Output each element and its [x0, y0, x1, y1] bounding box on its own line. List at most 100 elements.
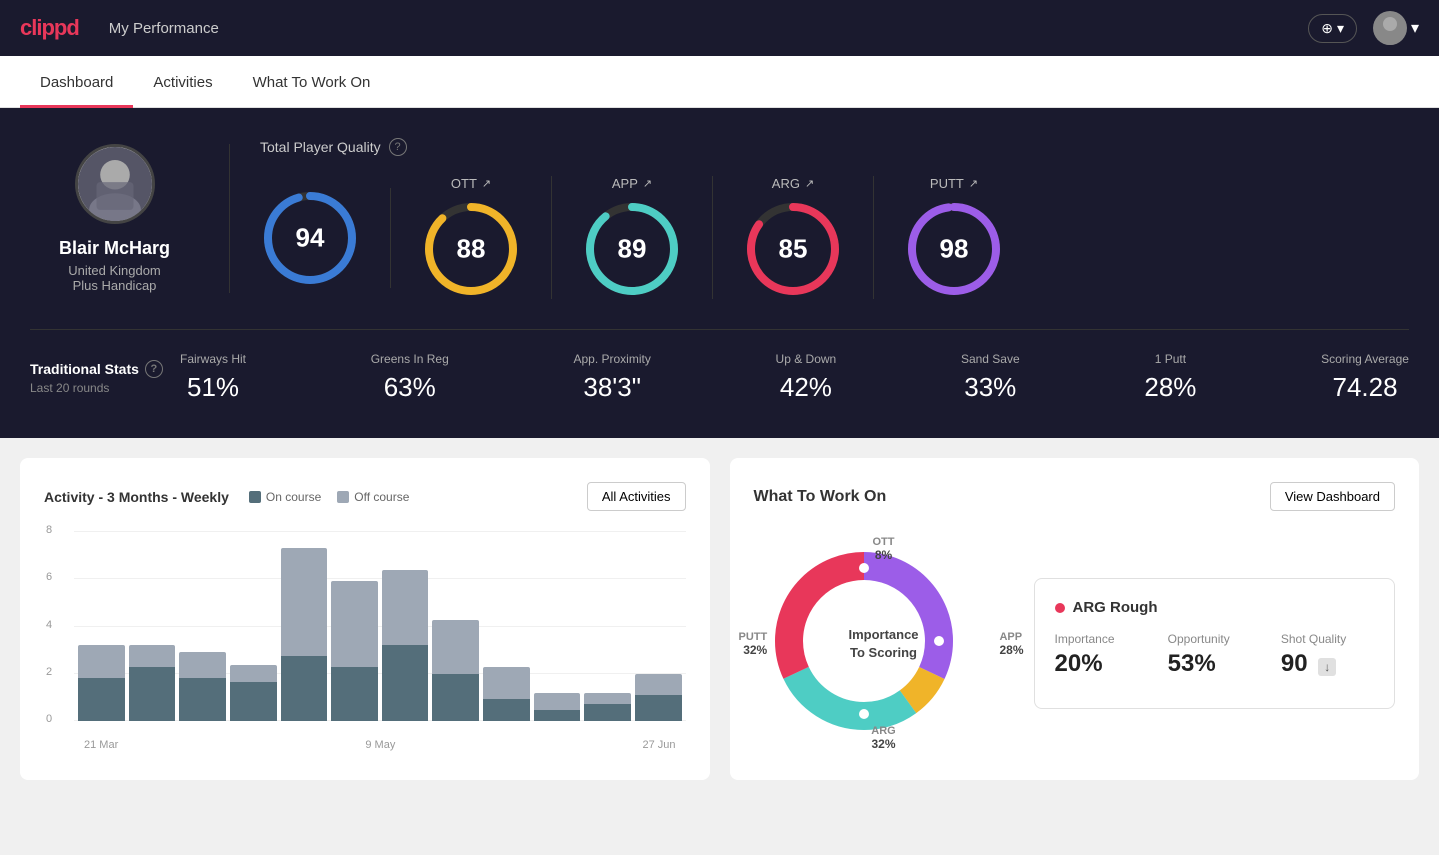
bar-group-10	[584, 531, 631, 721]
bars-container	[74, 531, 686, 721]
quality-help-icon[interactable]: ?	[389, 138, 407, 156]
work-header: What To Work On View Dashboard	[754, 482, 1396, 511]
nav-right: ⊕ ▾ ▾	[1308, 11, 1419, 45]
quality-header: Total Player Quality ?	[260, 138, 1409, 156]
legend-on-course: On course	[249, 490, 321, 504]
bar-top-5	[331, 581, 378, 667]
bar-bottom-0	[78, 678, 125, 721]
putt-score-item: PUTT ↗ 98	[874, 176, 1034, 299]
work-detail-card: ARG Rough Importance 20% Opportunity 53%…	[1034, 578, 1396, 709]
trad-stats-title: Traditional Stats	[30, 361, 139, 377]
chart-header: Activity - 3 Months - Weekly On course O…	[44, 482, 686, 511]
score-circles: 94 OTT ↗ 88	[260, 176, 1409, 299]
bar-top-1	[129, 645, 176, 667]
off-course-dot	[337, 491, 349, 503]
bar-bottom-2	[179, 678, 226, 721]
on-course-label: On course	[266, 490, 321, 504]
metric-shot-quality: Shot Quality 90 ↓	[1281, 632, 1374, 678]
bar-top-2	[179, 652, 226, 678]
avatar-button[interactable]: ▾	[1373, 11, 1419, 45]
bar-group-7	[432, 531, 479, 721]
avatar-chevron: ▾	[1411, 18, 1419, 38]
donut-wrapper: ImportanceTo Scoring OTT 8% APP 28% ARG …	[754, 531, 1014, 756]
bar-group-5	[331, 531, 378, 721]
bar-top-3	[230, 665, 277, 682]
arg-score-value: 85	[779, 234, 808, 265]
opportunity-value: 53%	[1168, 650, 1261, 678]
bottom-section: Activity - 3 Months - Weekly On course O…	[0, 438, 1439, 800]
metric-opportunity: Opportunity 53%	[1168, 632, 1261, 678]
main-score-item: 94	[260, 188, 391, 288]
tab-activities[interactable]: Activities	[133, 56, 232, 108]
add-button[interactable]: ⊕ ▾	[1308, 14, 1357, 43]
bar-top-8	[483, 667, 530, 699]
trad-stat-sandsave: Sand Save 33%	[961, 352, 1020, 403]
app-circle: 89	[582, 199, 682, 299]
trad-stats-values: Fairways Hit 51% Greens In Reg 63% App. …	[180, 352, 1409, 403]
trad-stat-1putt: 1 Putt 28%	[1144, 352, 1196, 403]
arg-score-item: ARG ↗ 85	[713, 176, 874, 299]
bar-top-11	[635, 674, 682, 696]
putt-score-value: 98	[940, 234, 969, 265]
chart-legend: On course Off course	[249, 490, 410, 504]
all-activities-button[interactable]: All Activities	[587, 482, 686, 511]
tab-dashboard[interactable]: Dashboard	[20, 56, 133, 108]
arg-segment-label: ARG 32%	[871, 725, 895, 751]
tab-bar: Dashboard Activities What To Work On	[0, 56, 1439, 108]
bar-bottom-4	[281, 656, 328, 721]
chart-title: Activity - 3 Months - Weekly	[44, 489, 229, 505]
tab-what-to-work-on[interactable]: What To Work On	[233, 56, 391, 108]
add-btn-chevron: ▾	[1337, 20, 1344, 37]
putt-circle: 98	[904, 199, 1004, 299]
player-avatar	[75, 144, 155, 224]
shot-quality-value: 90 ↓	[1281, 650, 1374, 678]
arg-arrow: ↗	[805, 177, 814, 190]
app-score-value: 89	[618, 234, 647, 265]
app-segment-label: APP 28%	[999, 631, 1023, 657]
bar-group-11	[635, 531, 682, 721]
ott-segment-label: OTT 8%	[873, 536, 895, 562]
bar-bottom-1	[129, 667, 176, 721]
bar-bottom-11	[635, 695, 682, 721]
putt-segment-label: PUTT 32%	[739, 631, 768, 657]
logo: clippd	[20, 15, 79, 41]
bar-group-0	[78, 531, 125, 721]
donut-center-text: ImportanceTo Scoring	[839, 625, 929, 661]
bar-group-4	[281, 531, 328, 721]
top-nav: clippd My Performance ⊕ ▾ ▾	[0, 0, 1439, 56]
work-content: ImportanceTo Scoring OTT 8% APP 28% ARG …	[754, 531, 1396, 756]
plus-icon: ⊕	[1321, 20, 1333, 37]
work-on-card: What To Work On View Dashboard	[730, 458, 1420, 780]
importance-label: Importance	[1055, 632, 1148, 646]
bar-bottom-10	[584, 704, 631, 721]
trad-stat-scoring: Scoring Average 74.28	[1321, 352, 1409, 403]
nav-title: My Performance	[109, 20, 219, 37]
bar-top-6	[382, 570, 429, 646]
trad-stat-proximity: App. Proximity 38'3"	[573, 352, 650, 403]
ott-label: OTT ↗	[451, 176, 491, 191]
player-info: Blair McHarg United Kingdom Plus Handica…	[30, 144, 230, 293]
ott-circle: 88	[421, 199, 521, 299]
x-label-may: 9 May	[365, 739, 395, 751]
quality-section: Total Player Quality ? 94	[260, 138, 1409, 299]
putt-arrow: ↗	[969, 177, 978, 190]
main-score-value: 94	[296, 222, 325, 253]
legend-off-course: Off course	[337, 490, 409, 504]
work-title: What To Work On	[754, 488, 887, 506]
bar-group-6	[382, 531, 429, 721]
ott-arrow: ↗	[482, 177, 491, 190]
on-course-dot	[249, 491, 261, 503]
trad-stats-help-icon[interactable]: ?	[145, 360, 163, 378]
view-dashboard-button[interactable]: View Dashboard	[1270, 482, 1395, 511]
bar-group-9	[534, 531, 581, 721]
x-label-jun: 27 Jun	[642, 739, 675, 751]
ott-score-value: 88	[457, 234, 486, 265]
shot-quality-badge: ↓	[1318, 658, 1336, 676]
importance-value: 20%	[1055, 650, 1148, 678]
bar-bottom-7	[432, 674, 479, 722]
ott-score-item: OTT ↗ 88	[391, 176, 552, 299]
trad-stats-subtitle: Last 20 rounds	[30, 381, 180, 395]
detail-metrics: Importance 20% Opportunity 53% Shot Qual…	[1055, 632, 1375, 678]
putt-label: PUTT ↗	[930, 176, 978, 191]
detail-title: ARG Rough	[1055, 599, 1375, 616]
